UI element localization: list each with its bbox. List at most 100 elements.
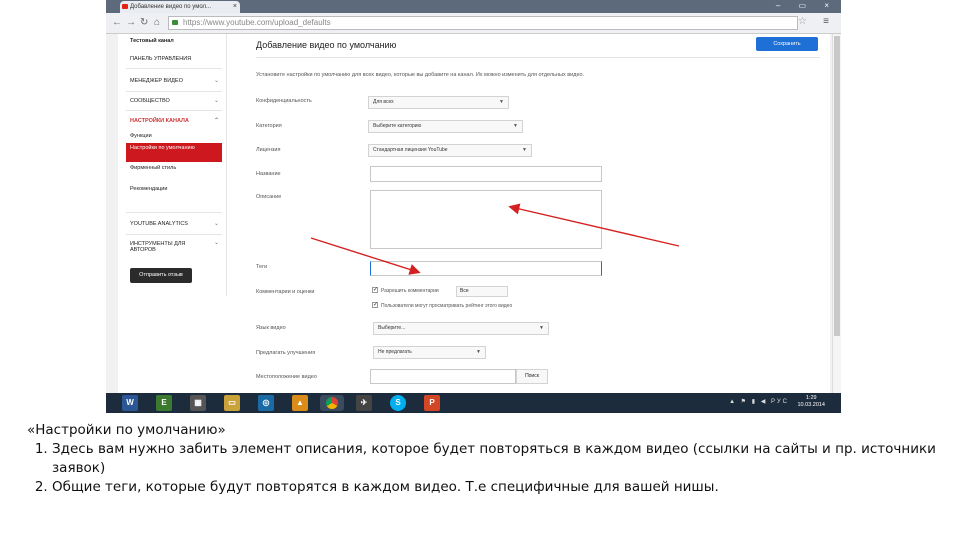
home-icon[interactable]: ⌂ xyxy=(154,16,160,30)
sidebar-item-video-manager[interactable]: МЕНЕДЖЕР ВИДЕО ⌄ xyxy=(130,78,219,84)
page-title: Добавление видео по умолчанию xyxy=(256,40,397,50)
caret-down-icon: ▼ xyxy=(499,99,504,105)
suggest-select[interactable]: Не предлагать ▼ xyxy=(373,346,486,359)
privacy-value: Для всех xyxy=(373,99,394,105)
suggest-value: Не предлагать xyxy=(378,349,412,355)
folder-icon[interactable]: ▭ xyxy=(224,395,240,411)
sidebar-item-label: YOUTUBE ANALYTICS xyxy=(130,221,188,227)
close-tab-icon[interactable]: × xyxy=(233,1,237,13)
license-select[interactable]: Стандартная лицензия YouTube ▼ xyxy=(368,144,532,157)
tags-input[interactable] xyxy=(370,261,602,276)
tags-label: Теги xyxy=(256,264,268,270)
info-text: Установите настройки по умолчанию для вс… xyxy=(256,72,585,78)
divider xyxy=(126,68,222,69)
sidebar-channel-name[interactable]: Тестовый канал xyxy=(130,38,174,44)
sidebar-item-community[interactable]: СООБЩЕСТВО ⌄ xyxy=(130,98,219,104)
sidebar-subitem-recommendations[interactable]: Рекомендации xyxy=(130,186,167,192)
back-icon[interactable]: ← xyxy=(112,16,122,30)
sidebar-item-analytics[interactable]: YOUTUBE ANALYTICS ⌄ xyxy=(130,221,219,227)
save-button[interactable]: Сохранить xyxy=(756,37,818,51)
url-text: https://www.youtube.com/upload_defaults xyxy=(183,18,331,27)
reload-icon[interactable]: ↻ xyxy=(140,16,148,30)
sidebar-item-label: НАСТРОЙКИ КАНАЛА xyxy=(130,118,189,124)
category-select[interactable]: Выберите категорию ▼ xyxy=(368,120,523,133)
divider xyxy=(126,234,222,235)
sidebar-item-label: ПАНЕЛЬ УПРАВЛЕНИЯ xyxy=(130,56,192,62)
sidebar-item-label: МЕНЕДЖЕР ВИДЕО xyxy=(130,78,183,84)
sidebar-item-label: ИНСТРУМЕНТЫ ДЛЯ АВТОРОВ xyxy=(130,241,186,253)
calculator-icon[interactable]: ▦ xyxy=(190,395,206,411)
location-label: Местоположение видео xyxy=(256,374,317,380)
caret-down-icon: ▼ xyxy=(539,325,544,331)
comments-label: Комментарии и оценки xyxy=(256,289,315,295)
suggest-label: Предлагать улучшения xyxy=(256,350,316,356)
chevron-down-icon: ⌄ xyxy=(214,240,220,246)
chevron-down-icon: ⌄ xyxy=(214,98,220,104)
slide-caption: «Настройки по умолчанию» Здесь вам нужно… xyxy=(27,421,937,497)
youtube-page: Тестовый канал ПАНЕЛЬ УПРАВЛЕНИЯ МЕНЕДЖЕ… xyxy=(118,34,830,394)
divider xyxy=(256,57,820,58)
app-icon[interactable]: ✈ xyxy=(356,395,372,411)
forward-icon[interactable]: → xyxy=(126,16,136,30)
browser-toolbar: ← → ↻ ⌂ https://www.youtube.com/upload_d… xyxy=(106,13,841,34)
allow-comments-label: Разрешить комментарии xyxy=(381,288,439,294)
screenshot: Добавление видео по умол... × – ▭ × ← → … xyxy=(106,0,841,413)
comments-value: Все xyxy=(460,288,469,294)
category-value: Выберите категорию xyxy=(373,123,422,129)
menu-icon[interactable]: ≡ xyxy=(823,16,829,27)
video-language-label: Язык видео xyxy=(256,325,286,331)
browser-tab[interactable]: Добавление видео по умол... × xyxy=(120,1,240,13)
clock[interactable]: 1:29 10.03.2014 xyxy=(797,395,825,409)
chevron-down-icon: ⌄ xyxy=(214,221,220,227)
sidebar-item-label: СООБЩЕСТВО xyxy=(130,98,170,104)
caption-point: Здесь вам нужно забить элемент описания,… xyxy=(52,440,937,478)
word-icon[interactable]: W xyxy=(122,395,138,411)
divider xyxy=(126,91,222,92)
youtube-icon xyxy=(122,4,128,9)
send-feedback-button[interactable]: Отправить отзыв xyxy=(130,268,192,283)
caption-point: Общие теги, которые будут повторятся в к… xyxy=(52,478,937,497)
users-can-view-checkbox[interactable]: ✓ xyxy=(372,302,378,308)
sidebar-subitem-features[interactable]: Функции xyxy=(130,133,152,139)
privacy-label: Конфиденциальность xyxy=(256,98,312,104)
sidebar-subitem-defaults[interactable]: Настройки по умолчанию xyxy=(126,143,222,162)
lock-icon xyxy=(172,20,178,25)
chrome-icon[interactable] xyxy=(320,395,344,411)
caret-down-icon: ▼ xyxy=(476,349,481,355)
location-search-button[interactable]: Поиск xyxy=(516,369,548,384)
video-language-select[interactable]: Выберите... ▼ xyxy=(373,322,549,335)
allow-comments-checkbox[interactable]: ✓ xyxy=(372,287,378,293)
caret-down-icon: ▼ xyxy=(513,123,518,129)
sidebar-subitem-branding[interactable]: Фирменный стиль xyxy=(130,165,176,171)
description-label: Описание xyxy=(256,194,282,200)
powerpoint-icon[interactable]: P xyxy=(424,395,440,411)
sidebar-item-dashboard[interactable]: ПАНЕЛЬ УПРАВЛЕНИЯ xyxy=(130,56,191,62)
clock-time: 1:29 xyxy=(805,395,817,401)
vlc-icon[interactable]: ▲ xyxy=(292,395,308,411)
sidebar-item-creator-tools[interactable]: ИНСТРУМЕНТЫ ДЛЯ АВТОРОВ ⌄ xyxy=(130,240,219,253)
users-can-view-label: Пользователи могут просматривать рейтинг… xyxy=(381,303,513,309)
scrollbar[interactable] xyxy=(832,34,841,394)
privacy-select[interactable]: Для всех ▼ xyxy=(368,96,509,109)
scrollbar-thumb[interactable] xyxy=(834,36,840,336)
address-bar[interactable]: https://www.youtube.com/upload_defaults xyxy=(168,16,798,30)
description-textarea[interactable] xyxy=(370,190,602,249)
system-tray[interactable]: ▲ ⚑ ▮ ◀ РУС xyxy=(729,398,789,405)
browser-icon[interactable]: ◎ xyxy=(258,395,274,411)
browser-tab-bar: Добавление видео по умол... × – ▭ × xyxy=(106,0,841,13)
divider xyxy=(126,212,222,213)
title-input[interactable] xyxy=(370,166,602,182)
sidebar: Тестовый канал ПАНЕЛЬ УПРАВЛЕНИЯ МЕНЕДЖЕ… xyxy=(118,34,227,296)
skype-icon[interactable]: S xyxy=(390,395,406,411)
star-icon[interactable]: ☆ xyxy=(798,16,807,27)
sidebar-item-channel-settings[interactable]: НАСТРОЙКИ КАНАЛА ⌃ xyxy=(130,118,219,124)
caption-list: Здесь вам нужно забить элемент описания,… xyxy=(27,440,937,497)
title-label: Название xyxy=(256,171,281,177)
caption-heading: «Настройки по умолчанию» xyxy=(27,422,226,438)
location-input[interactable] xyxy=(370,369,516,384)
comments-select[interactable]: Все xyxy=(456,286,508,297)
main-content: Добавление видео по умолчанию Сохранить … xyxy=(256,34,820,394)
chevron-down-icon: ⌄ xyxy=(214,78,220,84)
window-controls[interactable]: – ▭ × xyxy=(776,1,837,10)
evernote-icon[interactable]: E xyxy=(156,395,172,411)
